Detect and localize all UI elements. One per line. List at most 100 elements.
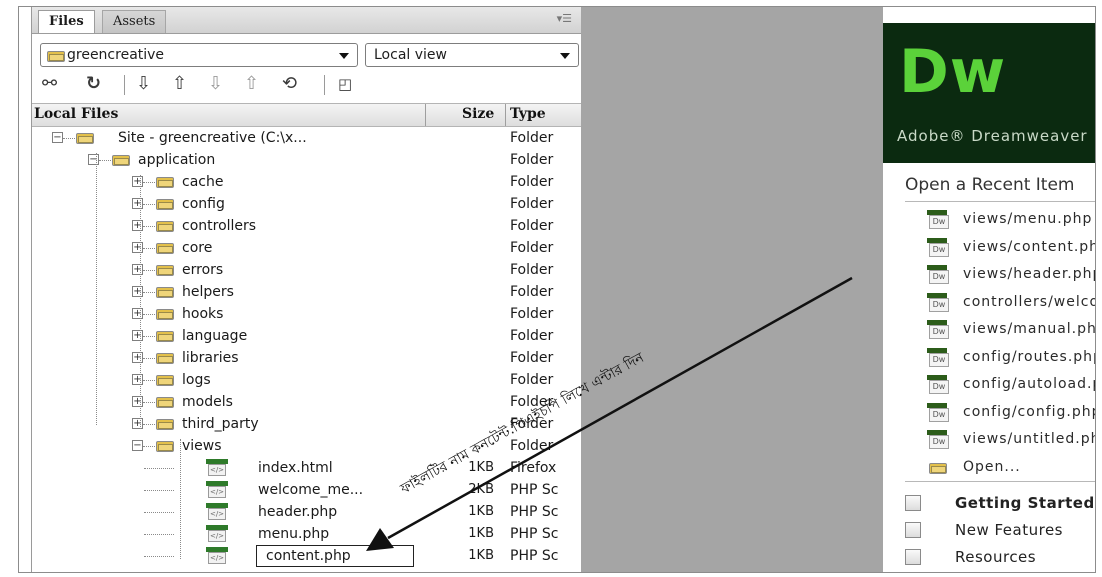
tree-item-name: Site - greencreative (C:\x... bbox=[118, 130, 307, 146]
tree-folder-row[interactable]: + core Folder bbox=[32, 237, 582, 259]
dreamweaver-logo: Dw bbox=[899, 37, 1007, 107]
folder-icon bbox=[156, 395, 174, 408]
tree-item-name: menu.php bbox=[258, 526, 330, 542]
recent-item[interactable]: Dw views/content.php bbox=[927, 237, 1095, 259]
recent-item-label: views/header.php bbox=[963, 266, 1095, 282]
expand-icon[interactable]: + bbox=[132, 198, 143, 209]
screenshot-frame: Files Assets ▾☰ greencreative Local view… bbox=[18, 6, 1096, 573]
folder-icon bbox=[929, 461, 947, 474]
learn-item[interactable]: Resources bbox=[905, 547, 1065, 569]
column-header-name[interactable]: Local Files bbox=[34, 106, 118, 122]
tree-folder-row[interactable]: + models Folder bbox=[32, 391, 582, 413]
tree-item-type: Folder bbox=[510, 152, 554, 168]
dreamweaver-file-icon: Dw bbox=[927, 430, 951, 450]
tree-item-name: application bbox=[138, 152, 216, 168]
tree-folder-row[interactable]: − views Folder bbox=[32, 435, 582, 457]
expand-icon[interactable]: + bbox=[132, 352, 143, 363]
column-header-type[interactable]: Type bbox=[510, 106, 546, 122]
expand-icon[interactable]: + bbox=[132, 308, 143, 319]
expand-icon[interactable]: + bbox=[132, 374, 143, 385]
tree-item-name: welcome_me... bbox=[258, 482, 364, 498]
recent-item[interactable]: Dw config/autoload.php bbox=[927, 374, 1095, 396]
tree-item-type: PHP Sc bbox=[510, 482, 559, 498]
tree-item-name: core bbox=[182, 240, 213, 256]
put-files-icon[interactable]: ⇧ bbox=[172, 73, 187, 95]
tree-folder-row[interactable]: − application Folder bbox=[32, 149, 582, 171]
expand-icon[interactable]: + bbox=[132, 264, 143, 275]
tree-item-type: Folder bbox=[510, 306, 554, 322]
column-header-size[interactable]: Size bbox=[462, 106, 494, 122]
check-out-icon[interactable]: ⇩ bbox=[208, 73, 223, 95]
folder-icon bbox=[156, 263, 174, 276]
view-dropdown[interactable]: Local view bbox=[365, 43, 579, 67]
collapse-icon[interactable]: − bbox=[132, 440, 143, 451]
collapse-icon[interactable]: − bbox=[52, 132, 63, 143]
get-files-icon[interactable]: ⇩ bbox=[136, 73, 151, 95]
tree-folder-row[interactable]: + config Folder bbox=[32, 193, 582, 215]
tree-file-row[interactable]: </> header.php 1KB PHP Sc bbox=[32, 501, 582, 523]
tree-file-row[interactable]: </> content.php 1KB PHP Sc bbox=[32, 545, 582, 567]
learn-item[interactable]: Getting Started bbox=[905, 493, 1094, 515]
dreamweaver-file-icon: Dw bbox=[927, 402, 951, 423]
expand-icon[interactable]: + bbox=[132, 176, 143, 187]
php-file-icon: </> bbox=[206, 547, 228, 565]
tree-folder-row[interactable]: + helpers Folder bbox=[32, 281, 582, 303]
learn-item-label: New Features bbox=[955, 521, 1063, 539]
check-in-icon[interactable]: ⇧ bbox=[244, 73, 259, 95]
recent-item[interactable]: Dw views/manual.php bbox=[927, 319, 1095, 341]
tree-file-row[interactable]: </> welcome_me... 2KB PHP Sc bbox=[32, 479, 582, 501]
tree-folder-row[interactable]: + errors Folder bbox=[32, 259, 582, 281]
recent-item[interactable]: Dw views/untitled.php bbox=[927, 429, 1095, 451]
recent-item[interactable]: Dw config/routes.php bbox=[927, 347, 1095, 369]
tree-item-name: errors bbox=[182, 262, 224, 278]
tree-folder-row[interactable]: + logs Folder bbox=[32, 369, 582, 391]
tree-folder-row[interactable]: + language Folder bbox=[32, 325, 582, 347]
collapse-icon[interactable]: − bbox=[88, 154, 99, 165]
tree-item-type: Folder bbox=[510, 372, 554, 388]
tree-folder-row[interactable]: − Site - greencreative (C:\x... Folder bbox=[32, 127, 582, 149]
tree-folder-row[interactable]: + hooks Folder bbox=[32, 303, 582, 325]
recent-item[interactable]: Dw views/header.php bbox=[927, 264, 1095, 286]
recent-item-label: views/untitled.php bbox=[963, 431, 1095, 447]
expand-icon[interactable]: ◰ bbox=[338, 73, 352, 95]
recent-item[interactable]: Dw controllers/welcome.php bbox=[927, 292, 1095, 314]
expand-icon[interactable]: + bbox=[132, 418, 143, 429]
tree-item-type: PHP Sc bbox=[510, 504, 559, 520]
document-icon bbox=[905, 495, 921, 511]
expand-icon[interactable]: + bbox=[132, 396, 143, 407]
tree-item-name: libraries bbox=[182, 350, 239, 366]
open-label: Open... bbox=[963, 458, 1021, 475]
tree-file-row[interactable]: </> index.html 1KB Firefox bbox=[32, 457, 582, 479]
tab-assets[interactable]: Assets bbox=[102, 10, 167, 33]
tree-folder-row[interactable]: + libraries Folder bbox=[32, 347, 582, 369]
folder-icon bbox=[156, 351, 174, 364]
expand-icon[interactable]: + bbox=[132, 286, 143, 297]
connect-icon[interactable]: ⚯ bbox=[42, 73, 57, 95]
tree-folder-row[interactable]: + third_party Folder bbox=[32, 413, 582, 435]
expand-icon[interactable]: + bbox=[132, 220, 143, 231]
site-dropdown[interactable]: greencreative bbox=[40, 43, 358, 67]
folder-icon bbox=[47, 49, 65, 62]
open-button[interactable]: Open... bbox=[927, 457, 1095, 479]
synchronize-icon[interactable]: ⟲ bbox=[282, 73, 297, 95]
tree-folder-row[interactable]: + cache Folder bbox=[32, 171, 582, 193]
tree-item-type: Folder bbox=[510, 416, 554, 432]
recent-item-label: views/menu.php bbox=[963, 211, 1093, 227]
tree-folder-row[interactable]: + controllers Folder bbox=[32, 215, 582, 237]
expand-icon[interactable]: + bbox=[132, 242, 143, 253]
tree-item-name: cache bbox=[182, 174, 224, 190]
tab-files[interactable]: Files bbox=[38, 10, 95, 33]
learn-item[interactable]: New Features bbox=[905, 520, 1065, 542]
refresh-icon[interactable]: ↻ bbox=[86, 73, 101, 95]
recent-item[interactable]: Dw config/config.php bbox=[927, 402, 1095, 424]
tree-file-row[interactable]: </> menu.php 1KB PHP Sc bbox=[32, 523, 582, 545]
php-file-icon: </> bbox=[206, 459, 228, 477]
tree-item-type: Folder bbox=[510, 174, 554, 190]
tree-item-name: logs bbox=[182, 372, 211, 388]
folder-icon bbox=[156, 439, 174, 452]
expand-icon[interactable]: + bbox=[132, 330, 143, 341]
column-header-row: Local Files Size Type bbox=[32, 103, 582, 127]
tree-item-name: language bbox=[182, 328, 248, 344]
recent-item[interactable]: Dw views/menu.php bbox=[927, 209, 1095, 231]
panel-options-icon[interactable]: ▾☰ bbox=[557, 12, 572, 25]
